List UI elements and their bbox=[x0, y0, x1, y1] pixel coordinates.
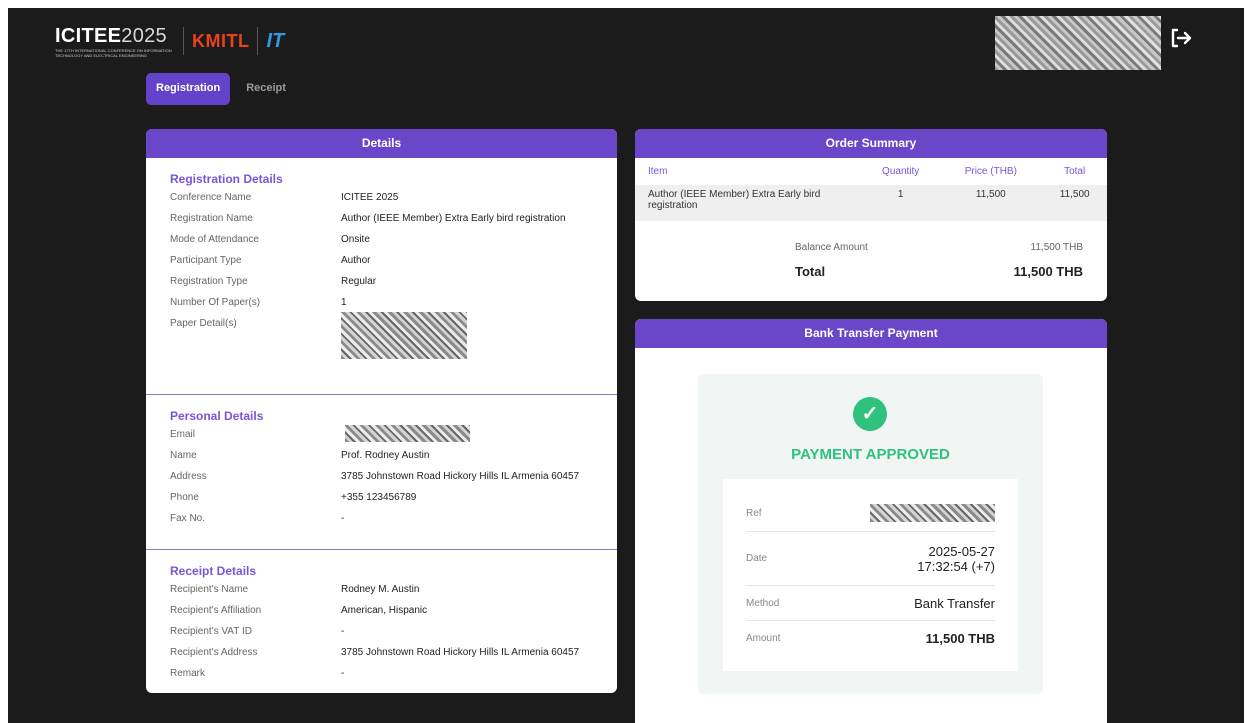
detail-row: Mode of Attendance Onsite bbox=[170, 234, 370, 245]
detail-row: Recipient's Affiliation American, Hispani… bbox=[170, 605, 428, 616]
detail-row: Participant Type Author bbox=[170, 255, 371, 266]
detail-row: Recipient's Name Rodney M. Austin bbox=[170, 584, 420, 595]
personal-details-section: Personal Details Email Name Prof. Rodney … bbox=[146, 395, 617, 549]
detail-row: Registration Type Regular bbox=[170, 276, 377, 287]
kmitl-logo: KMITL bbox=[192, 30, 250, 51]
column-header: Quantity bbox=[882, 166, 920, 177]
paper-detail-blurred bbox=[341, 312, 467, 359]
top-bar: ICITEE2025 The 17th International Confer… bbox=[8, 8, 1244, 73]
registration-details-section: Registration Details Conference Name ICIT… bbox=[146, 158, 617, 394]
detail-row: Conference Name ICITEE 2025 bbox=[170, 192, 399, 203]
order-summary-card: Order Summary Item Quantity Price (THB) … bbox=[635, 129, 1107, 301]
detail-row: Address 3785 Johnstown Road Hickory Hills… bbox=[170, 471, 580, 482]
header-logos: ICITEE2025 The 17th International Confer… bbox=[55, 21, 284, 61]
order-summary-title: Order Summary bbox=[635, 129, 1107, 158]
detail-row: Phone +355 123456789 bbox=[170, 492, 417, 503]
app-screen: ICITEE2025 The 17th International Confer… bbox=[8, 8, 1244, 723]
payment-ref-row: Ref bbox=[746, 495, 995, 532]
section-title: Receipt Details bbox=[170, 564, 257, 578]
balance-row: Balance Amount 11,500 THB bbox=[795, 242, 1083, 253]
icitee-logo: ICITEE2025 The 17th International Confer… bbox=[55, 24, 172, 58]
it-logo: IT bbox=[266, 29, 285, 52]
detail-row: Remark - bbox=[170, 668, 345, 679]
payment-date-row: Date 2025-05-27 17:32:54 (+7) bbox=[746, 532, 995, 586]
payment-status-box: ✓ PAYMENT APPROVED Ref Date 2025-05-27 17… bbox=[698, 374, 1043, 694]
detail-row: Registration Name Author (IEEE Member) Ex… bbox=[170, 213, 566, 224]
ref-blurred bbox=[870, 504, 995, 522]
section-title: Personal Details bbox=[170, 409, 264, 423]
payment-amount-row: Amount 11,500 THB bbox=[746, 630, 995, 646]
order-table-header: Item Quantity Price (THB) Total bbox=[635, 158, 1107, 185]
check-circle-icon: ✓ bbox=[853, 397, 887, 431]
column-header: Item bbox=[648, 166, 668, 177]
order-table: Item Quantity Price (THB) Total Author (… bbox=[635, 158, 1107, 221]
email-blurred bbox=[345, 425, 470, 442]
detail-row: Email bbox=[170, 425, 593, 450]
bank-transfer-title: Bank Transfer Payment bbox=[635, 319, 1107, 348]
tab-bar: Registration Receipt bbox=[146, 73, 296, 105]
logout-icon[interactable] bbox=[1168, 26, 1194, 52]
section-title: Registration Details bbox=[170, 172, 283, 186]
table-row: Author (IEEE Member) Extra Early bird re… bbox=[635, 185, 1107, 221]
detail-row: Recipient's Address 3785 Johnstown Road H… bbox=[170, 647, 580, 658]
detail-row: Paper Detail(s) bbox=[170, 312, 593, 359]
receipt-details-section: Receipt Details Recipient's Name Rodney M… bbox=[146, 550, 617, 693]
user-profile-blurred[interactable] bbox=[995, 16, 1161, 70]
bank-transfer-card: Bank Transfer Payment ✓ PAYMENT APPROVED… bbox=[635, 319, 1107, 723]
details-card: Details Registration Details Conference … bbox=[146, 129, 617, 693]
payment-details: Ref Date 2025-05-27 17:32:54 (+7) Method … bbox=[723, 479, 1018, 671]
tab-registration[interactable]: Registration bbox=[146, 73, 231, 105]
details-card-title: Details bbox=[146, 129, 617, 158]
column-header: Total bbox=[1064, 166, 1086, 177]
payment-method-row: Method Bank Transfer bbox=[746, 586, 995, 621]
tab-receipt[interactable]: Receipt bbox=[236, 73, 296, 105]
detail-row: Recipient's VAT ID - bbox=[170, 626, 345, 637]
column-header: Price (THB) bbox=[964, 166, 1017, 177]
total-row: Total 11,500 THB bbox=[795, 264, 1083, 279]
detail-row: Fax No. - bbox=[170, 513, 345, 524]
detail-row: Name Prof. Rodney Austin bbox=[170, 450, 430, 461]
payment-status: PAYMENT APPROVED bbox=[791, 446, 950, 463]
